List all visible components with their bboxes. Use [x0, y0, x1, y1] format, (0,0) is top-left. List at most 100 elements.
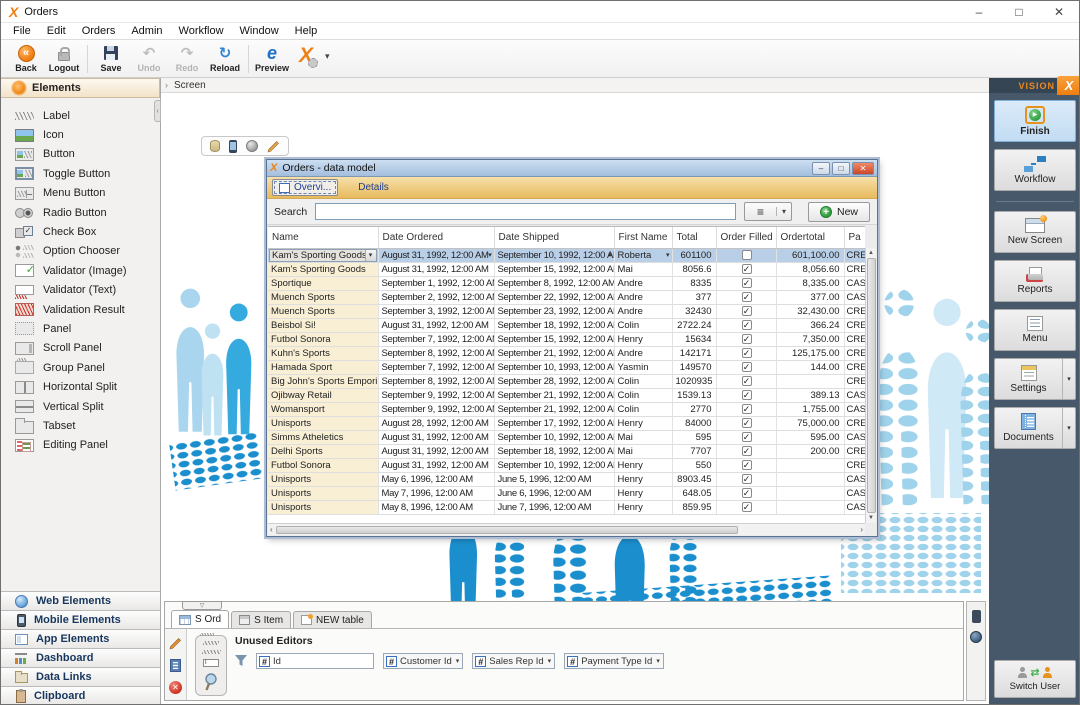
palette-item[interactable]: Vertical Split [15, 397, 160, 416]
cell-date-shipped[interactable]: June 5, 1996, 12:00 AM [494, 472, 614, 486]
cell-date-shipped[interactable]: September 18, 1992, 12:00 AM [494, 444, 614, 458]
order-filled-checkbox[interactable]: ✓ [742, 502, 752, 512]
cell-first-name[interactable]: Colin [614, 388, 672, 402]
table-row[interactable]: Hamada SportSeptember 7, 1992, 12:00 AMS… [268, 360, 865, 374]
cell-order-filled[interactable]: ✓ [716, 388, 776, 402]
order-filled-checkbox[interactable]: ✓ [742, 460, 752, 470]
unused-editor-chip[interactable]: # Id [256, 653, 374, 669]
unused-editor-chip[interactable]: # Sales Rep Id ▾ [472, 653, 555, 669]
order-filled-checkbox[interactable]: ✓ [742, 488, 752, 498]
cell-payment[interactable]: CASH [844, 290, 865, 304]
cell-date-ordered[interactable]: August 31, 1992, 12:00 AM [378, 318, 494, 332]
cell-date-ordered[interactable]: September 9, 1992, 12:00 AM [378, 402, 494, 416]
cell-total[interactable]: 550 [672, 458, 716, 472]
cell-payment[interactable]: CREDIT [844, 374, 865, 388]
cell-ordertotal[interactable]: 7,350.00 [776, 332, 844, 346]
cell-payment[interactable]: CREDIT [844, 346, 865, 360]
palette-section-header[interactable]: Clipboard [1, 687, 160, 705]
order-filled-checkbox[interactable]: ✓ [742, 320, 752, 330]
horizontal-scroll-thumb[interactable] [276, 526, 739, 534]
table-row[interactable]: Kuhn's SportsSeptember 8, 1992, 12:00 AM… [268, 346, 865, 360]
phone-icon[interactable] [229, 140, 237, 153]
order-filled-checkbox[interactable]: ✓ [742, 292, 752, 302]
cell-first-name[interactable]: Andre [614, 290, 672, 304]
cell-first-name[interactable]: Henry [614, 500, 672, 514]
dialog-close-button[interactable]: ✕ [852, 162, 874, 175]
cell-first-name[interactable]: Mai [614, 430, 672, 444]
palette-item[interactable]: Validator (Image) [15, 261, 160, 280]
cell-date-shipped[interactable]: September 18, 1992, 12:00 AM [494, 318, 614, 332]
toolbar-button[interactable]: ↶ Undo [130, 40, 168, 77]
cell-first-name[interactable]: Colin [614, 318, 672, 332]
toolbar-button[interactable]: ↻ Reload [206, 40, 244, 77]
cell-order-filled[interactable]: ✓ [716, 290, 776, 304]
cell-payment[interactable]: CASH [844, 472, 865, 486]
vision-button[interactable]: Workflow ▾ [994, 149, 1076, 191]
cell-order-filled[interactable]: ✓ [716, 472, 776, 486]
cell-ordertotal[interactable]: 8,056.60 [776, 262, 844, 276]
cell-name[interactable]: Kam's Sporting Goods▾ [268, 248, 378, 262]
palette-item[interactable]: Validation Result [15, 300, 160, 319]
cell-ordertotal[interactable]: 366.24 [776, 318, 844, 332]
cell-first-name[interactable]: Mai [614, 262, 672, 276]
palette-item[interactable]: Button [15, 145, 160, 164]
journal-icon[interactable] [170, 659, 181, 672]
table-tab[interactable]: NEW table [293, 611, 372, 628]
cell-total[interactable]: 601100 [672, 248, 716, 262]
cell-name[interactable]: Unisports [268, 500, 378, 514]
cell-order-filled[interactable]: ✓ [716, 444, 776, 458]
scroll-down-icon[interactable]: ▼ [868, 515, 874, 521]
toolbar-button[interactable]: « Back [7, 40, 45, 77]
order-filled-checkbox[interactable]: ✓ [742, 362, 752, 372]
cell-order-filled[interactable]: ✓ [716, 486, 776, 500]
cell-date-ordered[interactable]: September 2, 1992, 12:00 AM [378, 290, 494, 304]
cell-total[interactable]: 8335 [672, 276, 716, 290]
cell-date-shipped[interactable]: June 6, 1996, 12:00 AM [494, 486, 614, 500]
cell-date-ordered[interactable]: September 8, 1992, 12:00 AM [378, 374, 494, 388]
cell-total[interactable]: 8903.45 [672, 472, 716, 486]
cell-first-name[interactable]: Andre [614, 304, 672, 318]
palette-item[interactable]: Icon [15, 125, 160, 144]
cell-date-shipped[interactable]: September 10, 1992, 12:00 AM [494, 430, 614, 444]
cell-name[interactable]: Futbol Sonora [268, 458, 378, 472]
db-icon[interactable] [210, 140, 220, 152]
cell-order-filled[interactable]: ✓ [716, 262, 776, 276]
cell-ordertotal[interactable] [776, 472, 844, 486]
cell-order-filled[interactable]: ✓ [716, 360, 776, 374]
toolbar-button[interactable]: ↷ Redo [168, 40, 206, 77]
toolbar-button[interactable]: Logout [45, 40, 83, 77]
cancel-icon[interactable]: ✕ [169, 681, 182, 694]
dialog-maximize-button[interactable]: □ [832, 162, 850, 175]
cell-date-shipped[interactable]: September 17, 1992, 12:00 AM [494, 416, 614, 430]
cell-first-name[interactable]: Andre [614, 346, 672, 360]
order-filled-checkbox[interactable]: ✓ [742, 264, 752, 274]
cell-name[interactable]: Futbol Sonora [268, 332, 378, 346]
dialog-tab[interactable]: Details [348, 180, 395, 195]
cell-ordertotal[interactable]: 1,755.00 [776, 402, 844, 416]
palette-item[interactable]: Group Panel [15, 358, 160, 377]
cell-total[interactable]: 142171 [672, 346, 716, 360]
cell-name[interactable]: Big John's Sports Emporium [268, 374, 378, 388]
cell-payment[interactable]: CREDIT [844, 416, 865, 430]
cell-date-shipped[interactable]: September 10, 1992, 12:00 AM▾ [494, 248, 614, 262]
toolbar-dropdown-caret[interactable]: ▾ [323, 49, 332, 64]
cell-first-name[interactable]: Roberta▾ [614, 248, 672, 262]
table-row[interactable]: WomansportSeptember 9, 1992, 12:00 AMSep… [268, 402, 865, 416]
cell-name[interactable]: Unisports [268, 486, 378, 500]
cell-first-name[interactable]: Andre [614, 276, 672, 290]
order-filled-checkbox[interactable]: ✓ [742, 348, 752, 358]
cell-date-shipped[interactable]: September 23, 1992, 12:00 AM [494, 304, 614, 318]
palette-section-header[interactable]: Mobile Elements [1, 611, 160, 630]
palette-section-header[interactable]: Data Links [1, 668, 160, 687]
menu-item[interactable]: Edit [39, 25, 74, 37]
panel-collapse-handle[interactable]: ‹ [154, 100, 161, 122]
cell-order-filled[interactable]: ✓ [716, 332, 776, 346]
cell-first-name[interactable]: Henry [614, 458, 672, 472]
table-row[interactable]: UnisportsAugust 28, 1992, 12:00 AMSeptem… [268, 416, 865, 430]
palette-item[interactable]: Radio Button [15, 203, 160, 222]
column-header[interactable]: Date Ordered [378, 227, 494, 248]
cell-order-filled[interactable]: ✓ [716, 430, 776, 444]
cell-total[interactable]: 149570 [672, 360, 716, 374]
cell-payment[interactable]: CREDIT [844, 360, 865, 374]
unused-editor-chip[interactable]: # Customer Id ▾ [383, 653, 463, 669]
